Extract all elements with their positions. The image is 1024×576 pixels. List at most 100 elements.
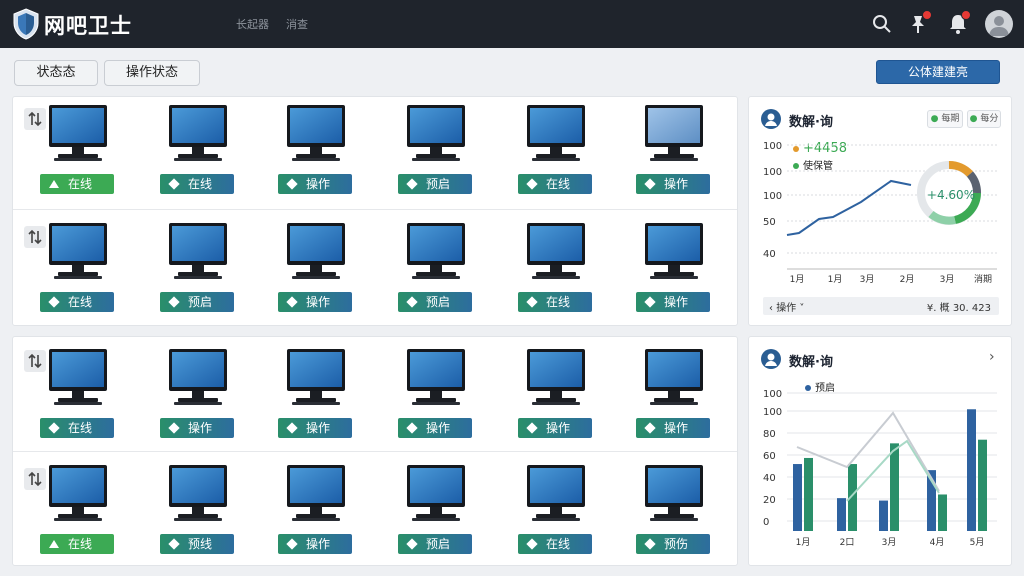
status-badge: 在线 xyxy=(518,174,592,194)
diamond-icon xyxy=(286,538,298,550)
monitor-icon xyxy=(287,223,345,279)
machine-card[interactable]: 操作 xyxy=(278,464,354,564)
machine-card[interactable]: 操作 xyxy=(278,348,354,448)
status-badge: 预线 xyxy=(160,534,234,554)
status-badge: 预启 xyxy=(398,174,472,194)
status-label: 在线 xyxy=(546,537,571,551)
machine-card[interactable]: 操作 xyxy=(518,348,594,448)
footer-dropdown[interactable]: ‹ 操作 ˅ xyxy=(769,299,804,314)
pin-badge xyxy=(922,10,932,20)
monitor-icon xyxy=(49,105,107,161)
diamond-icon xyxy=(168,296,180,308)
status-badge: 操作 xyxy=(636,174,710,194)
monitor-icon xyxy=(49,223,107,279)
machine-card[interactable]: 操作 xyxy=(278,222,354,322)
diamond-icon xyxy=(526,422,538,434)
nav-item-1[interactable]: 长起器 xyxy=(236,16,269,32)
x-tick-label: 4月 xyxy=(930,537,945,548)
status-badge: 预伤 xyxy=(636,534,710,554)
user-icon xyxy=(761,349,781,369)
machine-card[interactable]: 操作 xyxy=(636,104,712,204)
x-tick-label: 1月 xyxy=(796,537,811,548)
machine-panel-top xyxy=(12,96,738,326)
bar xyxy=(978,439,987,531)
y-tick-label: 40 xyxy=(763,249,776,260)
period-button-2[interactable]: ● 每分 xyxy=(967,110,1001,128)
status-badge: 在线 xyxy=(160,174,234,194)
bar xyxy=(879,500,888,531)
donut-value: +4.60% xyxy=(926,188,976,202)
action-button[interactable]: 公体建建亮 xyxy=(876,60,1000,84)
diamond-icon xyxy=(644,296,656,308)
machine-card[interactable]: 在线 xyxy=(160,104,236,204)
machine-card[interactable]: 预启 xyxy=(160,222,236,322)
app-title: 网吧卫士 xyxy=(44,14,132,38)
user-icon xyxy=(761,109,781,129)
y-tick-label: 100 xyxy=(763,141,782,152)
monitor-icon xyxy=(407,105,465,161)
diamond-icon xyxy=(168,178,180,190)
bar xyxy=(804,457,813,531)
triangle-icon xyxy=(49,540,59,548)
x-tick-label: 消期 xyxy=(974,273,992,285)
machine-card[interactable]: 在线 xyxy=(40,348,116,448)
machine-card[interactable]: 操作 xyxy=(278,104,354,204)
x-tick-label: 3月 xyxy=(860,274,875,285)
machine-card[interactable]: 操作 xyxy=(636,348,712,448)
diamond-icon xyxy=(286,422,298,434)
chevron-right-icon[interactable]: › xyxy=(989,349,995,365)
y-tick-label: 100 xyxy=(763,407,782,418)
machine-card[interactable]: 预启 xyxy=(398,464,474,564)
monitor-icon xyxy=(169,223,227,279)
machine-card[interactable]: 预启 xyxy=(398,222,474,322)
status-badge: 操作 xyxy=(398,418,472,438)
status-badge: 预启 xyxy=(398,534,472,554)
stats-panel-top: 数解·询 ● 每期 ● 每分 +4458 使保管 100 100 100 50 40 1月… xyxy=(748,96,1012,326)
machine-card[interactable]: 操作 xyxy=(636,222,712,322)
period-button-1[interactable]: ● 每期 xyxy=(927,110,963,128)
machine-card[interactable]: 操作 xyxy=(398,348,474,448)
bar xyxy=(890,443,899,531)
machine-card[interactable]: 预启 xyxy=(398,104,474,204)
tab-status[interactable]: 状态态 xyxy=(14,60,98,86)
status-label: 在线 xyxy=(188,177,213,191)
top-bar: 网吧卫士 长起器 消查 xyxy=(0,0,1024,48)
diamond-icon xyxy=(406,296,418,308)
y-tick-label: 40 xyxy=(763,473,776,484)
bar xyxy=(967,409,976,531)
diamond-icon xyxy=(168,422,180,434)
machine-card[interactable]: 在线 xyxy=(40,464,116,564)
status-badge: 操作 xyxy=(278,534,352,554)
machine-card[interactable]: 在线 xyxy=(40,222,116,322)
status-badge: 在线 xyxy=(518,292,592,312)
status-badge: 在线 xyxy=(518,534,592,554)
monitor-icon xyxy=(645,465,703,521)
status-label: 预启 xyxy=(188,295,213,309)
machine-card[interactable]: 操作 xyxy=(160,348,236,448)
status-badge: 在线 xyxy=(40,534,114,554)
diamond-icon xyxy=(48,296,60,308)
status-label: 操作 xyxy=(664,421,689,435)
diamond-icon xyxy=(48,422,60,434)
machine-card[interactable]: 在线 xyxy=(518,104,594,204)
triangle-icon xyxy=(49,180,59,188)
tab-operation-status[interactable]: 操作状态 xyxy=(104,60,200,86)
status-badge: 操作 xyxy=(518,418,592,438)
machine-card[interactable]: 预伤 xyxy=(636,464,712,564)
machine-card[interactable]: 预线 xyxy=(160,464,236,564)
search-icon[interactable] xyxy=(870,12,894,36)
status-label: 操作 xyxy=(664,177,689,191)
machine-card[interactable]: 在线 xyxy=(518,222,594,322)
status-label: 预伤 xyxy=(664,537,689,551)
nav-item-2[interactable]: 消查 xyxy=(286,16,308,32)
status-label: 操作 xyxy=(306,295,331,309)
monitor-icon xyxy=(49,349,107,405)
machine-card[interactable]: 在线 xyxy=(518,464,594,564)
monitor-icon xyxy=(407,223,465,279)
status-label: 预启 xyxy=(426,295,451,309)
status-label: 操作 xyxy=(306,537,331,551)
avatar[interactable] xyxy=(985,10,1013,38)
machine-card[interactable]: 在线 xyxy=(40,104,116,204)
monitor-icon xyxy=(169,349,227,405)
monitor-icon xyxy=(527,105,585,161)
